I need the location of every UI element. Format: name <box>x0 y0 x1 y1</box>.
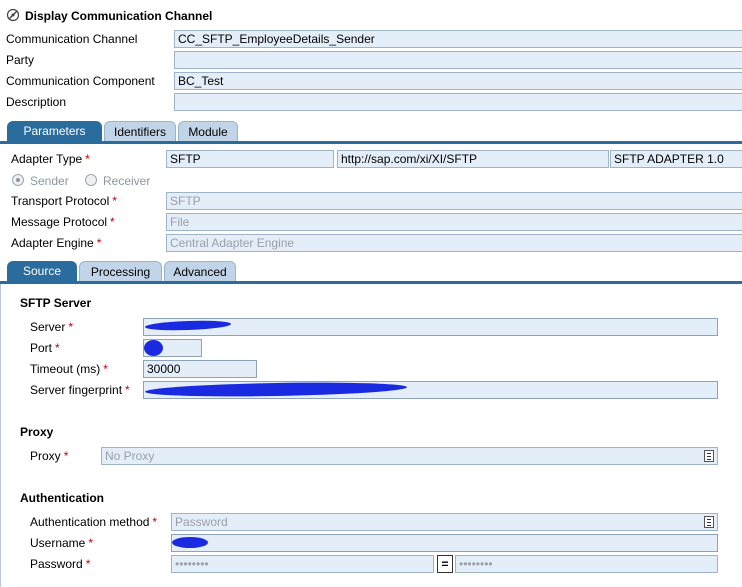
component-field[interactable]: BC_Test <box>174 72 742 90</box>
proxy-section-title: Proxy <box>20 425 54 439</box>
fingerprint-label: Server fingerprint * <box>30 383 130 397</box>
adapter-namespace-field[interactable]: http://sap.com/xi/XI/SFTP <box>337 150 609 168</box>
username-field[interactable] <box>171 534 718 552</box>
adapter-type-field[interactable]: SFTP <box>166 150 334 168</box>
timeout-field[interactable]: 30000 <box>143 360 257 378</box>
sender-radio[interactable] <box>12 174 24 186</box>
password-equals-sign: = <box>437 555 453 573</box>
transport-field[interactable]: SFTP <box>166 192 742 210</box>
channel-display-icon <box>6 8 20 22</box>
proxy-select-value: No Proxy <box>105 449 155 463</box>
party-field[interactable] <box>174 51 742 69</box>
description-field[interactable] <box>174 93 742 111</box>
page-title: Display Communication Channel <box>25 9 213 23</box>
adapter-engine-label: Adapter Engine * <box>11 236 102 250</box>
sender-label: Sender <box>30 174 69 188</box>
adapter-engine-field[interactable]: Central Adapter Engine <box>166 234 742 252</box>
receiver-radio[interactable] <box>85 174 97 186</box>
auth-method-value: Password <box>175 515 228 529</box>
message-protocol-field[interactable]: File <box>166 213 742 231</box>
auth-method-label: Authentication method * <box>30 515 158 529</box>
tab-processing[interactable]: Processing <box>79 261 162 281</box>
party-label: Party <box>6 53 35 67</box>
server-field[interactable] <box>143 318 718 336</box>
title-bar: Display Communication Channel <box>0 0 742 29</box>
proxy-label: Proxy * <box>30 449 69 463</box>
adapter-type-label: Adapter Type * <box>11 152 90 166</box>
tab-source[interactable]: Source <box>7 261 77 281</box>
channel-label: Communication Channel <box>6 32 138 46</box>
adapter-version-field[interactable]: SFTP ADAPTER 1.0 <box>610 150 742 168</box>
tab-advanced[interactable]: Advanced <box>164 261 236 281</box>
port-redaction <box>144 340 163 356</box>
username-redaction <box>172 537 208 548</box>
main-tab-underline <box>0 141 742 144</box>
dropdown-list-icon[interactable] <box>704 516 714 528</box>
tab-module[interactable]: Module <box>178 121 238 141</box>
port-label: Port * <box>30 341 60 355</box>
password-label: Password * <box>30 557 91 571</box>
server-label: Server * <box>30 320 74 334</box>
sub-tabstrip: Source Processing Advanced <box>0 261 742 281</box>
message-protocol-label: Message Protocol * <box>11 215 115 229</box>
receiver-label: Receiver <box>103 174 151 188</box>
channel-field[interactable]: CC_SFTP_EmployeeDetails_Sender <box>174 30 742 48</box>
component-label: Communication Component <box>6 74 155 88</box>
transport-label: Transport Protocol * <box>11 194 117 208</box>
description-label: Description <box>6 95 67 109</box>
tab-identifiers[interactable]: Identifiers <box>104 121 176 141</box>
auth-method-select[interactable]: Password <box>171 513 718 531</box>
content-border-left <box>0 284 1 587</box>
sub-tab-underline <box>0 281 742 284</box>
password-field[interactable]: •••••••• <box>171 555 434 573</box>
username-label: Username * <box>30 536 94 550</box>
auth-section-title: Authentication <box>20 491 104 505</box>
main-tabstrip: Parameters Identifiers Module <box>0 121 742 141</box>
sftp-section-title: SFTP Server <box>20 296 92 310</box>
tab-parameters[interactable]: Parameters <box>7 121 102 141</box>
timeout-label: Timeout (ms) * <box>30 362 108 376</box>
password-confirm-field[interactable]: •••••••• <box>455 555 718 573</box>
proxy-select[interactable]: No Proxy <box>101 447 718 465</box>
dropdown-list-icon[interactable] <box>704 450 714 462</box>
